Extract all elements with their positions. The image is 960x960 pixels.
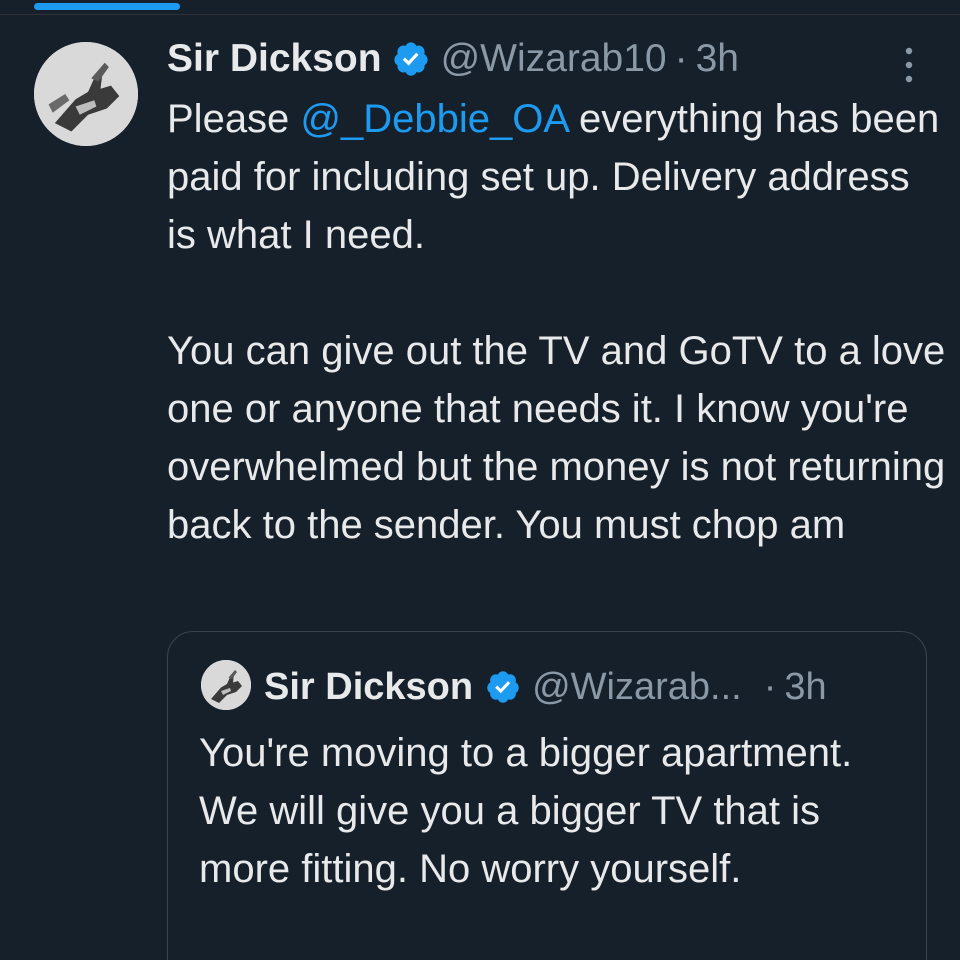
mention-link[interactable]: @_Debbie_OA bbox=[300, 97, 567, 141]
separator-dot: · bbox=[674, 37, 688, 80]
tweet-paragraph-2: You can give out the TV and GoTV to a lo… bbox=[167, 329, 946, 547]
quoted-tweet-time: 3h bbox=[784, 665, 827, 708]
avatar-photo-icon bbox=[201, 660, 251, 710]
author-handle[interactable]: @Wizarab10 bbox=[441, 37, 667, 81]
top-divider bbox=[0, 0, 960, 15]
quoted-author-avatar bbox=[201, 660, 251, 710]
tab-indicator bbox=[34, 3, 180, 10]
tweet-text-prefix: Please bbox=[167, 97, 301, 141]
tweet-time[interactable]: 3h bbox=[696, 37, 739, 81]
author-avatar[interactable] bbox=[34, 42, 138, 146]
more-vertical-icon bbox=[905, 47, 913, 83]
tweet-header: Sir Dickson @Wizarab10 · 3h bbox=[167, 34, 739, 84]
quoted-tweet-text: You're moving to a bigger apartment. We … bbox=[199, 731, 853, 891]
quoted-tweet-card[interactable]: Sir Dickson @Wizarab... · 3h You're movi… bbox=[167, 631, 927, 960]
tweet-body: Please @_Debbie_OA everything has been p… bbox=[167, 90, 947, 554]
verified-badge-icon bbox=[392, 40, 430, 78]
quoted-tweet-header: Sir Dickson @Wizarab... · 3h bbox=[264, 660, 827, 714]
avatar-photo-icon bbox=[34, 42, 138, 146]
separator-dot: · bbox=[763, 665, 777, 708]
verified-badge-icon bbox=[485, 669, 521, 705]
quoted-author-name: Sir Dickson bbox=[264, 665, 474, 708]
quoted-author-handle: @Wizarab... bbox=[532, 665, 742, 708]
more-options-button[interactable] bbox=[898, 46, 920, 84]
tweet-paragraph-1: Please @_Debbie_OA everything has been p… bbox=[167, 90, 947, 264]
author-name[interactable]: Sir Dickson bbox=[167, 37, 382, 81]
